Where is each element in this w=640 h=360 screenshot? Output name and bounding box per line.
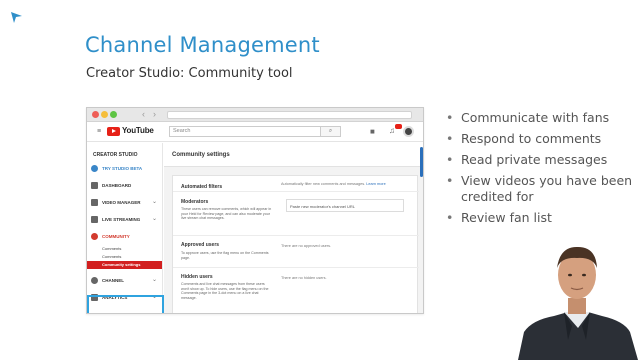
chevron-down-icon: ⌄	[151, 216, 157, 222]
section-note: There are no hidden users.	[281, 276, 327, 280]
automated-filters-note: Automatically filter new comments and me…	[281, 182, 366, 186]
main-content: Community settings Automated filters Aut…	[164, 143, 423, 313]
section-note: There are no approved users.	[281, 244, 332, 248]
community-icon	[91, 233, 98, 240]
slide-subtitle: Creator Studio: Community tool	[86, 66, 293, 81]
feature-bullet-list: • Communicate with fans • Respond to comme…	[446, 110, 636, 231]
section-description: To approve users, use the flag menu on t…	[181, 251, 269, 260]
section-title: Approved users	[181, 242, 220, 248]
brand-logo-icon	[11, 12, 22, 23]
section-title: Hidden users	[181, 274, 213, 280]
gear-icon	[91, 165, 98, 172]
list-item: • View videos you have been credited for	[446, 173, 636, 205]
sidebar-item-label: LIVE STREAMING	[102, 217, 141, 222]
studio-sidebar: CREATOR STUDIO TRY STUDIO BETA DASHBOARD…	[87, 143, 164, 313]
section-title: Moderators	[181, 199, 209, 205]
section-description: Comments and live chat messages from the…	[181, 282, 269, 300]
close-window-button[interactable]	[92, 111, 99, 118]
youtube-logo-icon[interactable]	[107, 127, 120, 136]
list-item: • Read private messages	[446, 152, 636, 168]
sidebar-item-label: CHANNEL	[102, 278, 124, 283]
address-bar[interactable]	[167, 111, 412, 119]
search-input[interactable]: Search	[169, 126, 321, 137]
youtube-wordmark[interactable]: YouTube	[122, 126, 154, 135]
upload-video-icon[interactable]: ■	[370, 127, 375, 136]
list-item-text: Respond to comments	[461, 131, 602, 146]
browser-chrome: ‹ ›	[87, 108, 423, 122]
approved-users-section: Approved users To approve users, use the…	[173, 236, 419, 268]
moderator-url-input[interactable]: Paste new moderator's channel URL	[286, 199, 404, 212]
minimize-window-button[interactable]	[101, 111, 108, 118]
bullet-icon: •	[446, 152, 454, 167]
list-item-text: Review fan list	[461, 210, 552, 225]
section-description: These users can remove comments, which w…	[181, 207, 272, 221]
sidebar-item-label: TRY STUDIO BETA	[102, 166, 143, 171]
settings-card: Automated filters Automatically filter n…	[172, 175, 419, 313]
page-title: Community settings	[164, 143, 423, 167]
video-manager-icon	[91, 199, 98, 206]
learn-more-link[interactable]: Learn more	[366, 182, 385, 186]
sidebar-title: CREATOR STUDIO	[93, 152, 138, 158]
slide-title: Channel Management	[85, 33, 320, 57]
sidebar-item-label: DASHBOARD	[102, 183, 132, 188]
channel-icon	[91, 277, 98, 284]
sidebar-subitem-community-settings[interactable]: Community settings	[87, 261, 162, 269]
section-note: Automatically filter new comments and me…	[281, 182, 386, 186]
sidebar-item-label: COMMUNITY	[102, 234, 130, 239]
section-title: Automated filters	[181, 184, 223, 190]
automated-filters-section: Automated filters Automatically filter n…	[173, 176, 419, 192]
live-streaming-icon	[91, 216, 98, 223]
list-item: • Review fan list	[446, 210, 636, 226]
menu-icon[interactable]: ≡	[97, 128, 101, 135]
sidebar-item-live-streaming[interactable]: LIVE STREAMING ⌄	[87, 211, 162, 228]
sidebar-item-try-studio-beta[interactable]: TRY STUDIO BETA	[87, 160, 162, 177]
search-icon: ⌕	[328, 128, 333, 134]
browser-window: ‹ › ≡ YouTube Search ⌕ ■ ♫ CREATOR STUDI…	[86, 107, 424, 314]
bullet-icon: •	[446, 210, 454, 225]
sidebar-item-channel[interactable]: CHANNEL ⌄	[87, 272, 162, 289]
sidebar-subitem-comments-2[interactable]: Comments	[87, 253, 162, 261]
list-item: • Communicate with fans	[446, 110, 636, 126]
chevron-down-icon: ⌄	[151, 199, 157, 205]
dashboard-icon	[91, 182, 98, 189]
notification-badge	[395, 124, 402, 129]
avatar[interactable]	[403, 126, 414, 137]
list-item-text: Communicate with fans	[461, 110, 610, 125]
youtube-header: ≡ YouTube Search ⌕ ■ ♫	[87, 122, 423, 142]
scrollbar[interactable]	[420, 147, 423, 177]
list-item-text: View videos you have been credited for	[461, 173, 633, 204]
chevron-down-icon: ⌄	[151, 277, 157, 283]
sidebar-item-video-manager[interactable]: VIDEO MANAGER ⌄	[87, 194, 162, 211]
forward-arrow-icon[interactable]: ›	[153, 109, 156, 119]
bullet-icon: •	[446, 173, 454, 188]
list-item-text: Read private messages	[461, 152, 608, 167]
hidden-users-section: Hidden users Comments and live chat mess…	[173, 268, 419, 313]
list-item: • Respond to comments	[446, 131, 636, 147]
highlight-box	[87, 295, 164, 313]
sidebar-item-community[interactable]: COMMUNITY	[87, 228, 162, 245]
maximize-window-button[interactable]	[110, 111, 117, 118]
sidebar-subitem-comments[interactable]: Comments	[87, 245, 162, 253]
bullet-icon: •	[446, 110, 454, 125]
search-button[interactable]: ⌕	[321, 126, 341, 137]
bullet-icon: •	[446, 131, 454, 146]
sidebar-item-dashboard[interactable]: DASHBOARD	[87, 177, 162, 194]
back-arrow-icon[interactable]: ‹	[142, 109, 145, 119]
presenter-image	[518, 246, 638, 360]
moderators-section: Moderators These users can remove commen…	[173, 192, 419, 236]
sidebar-item-label: VIDEO MANAGER	[102, 200, 141, 205]
